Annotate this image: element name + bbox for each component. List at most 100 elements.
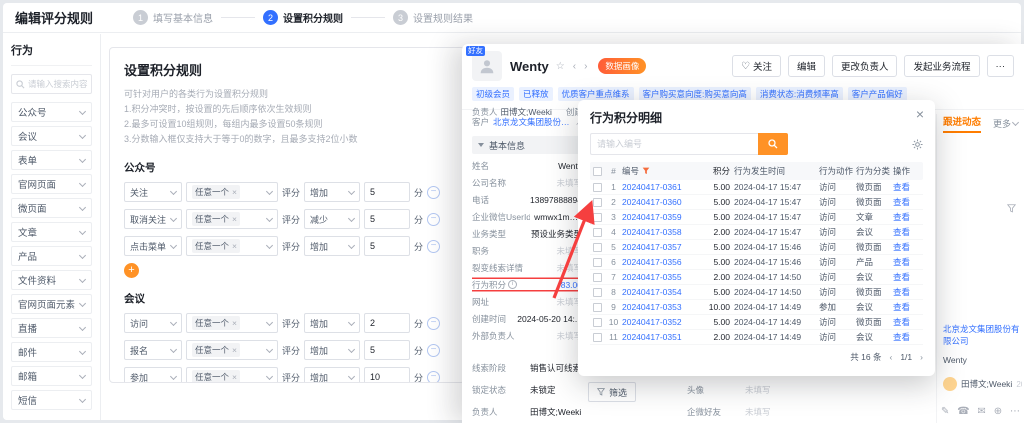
sidebar-search-input[interactable] [28, 79, 90, 89]
target-multiselect[interactable]: 任意一个× [186, 340, 278, 360]
behavior-type-item[interactable]: 产品 [11, 246, 92, 266]
remove-rule-button[interactable]: − [427, 213, 440, 226]
row-view-link[interactable]: 查看 [893, 286, 919, 298]
action-select[interactable]: 取消关注 [124, 209, 182, 229]
call-icon[interactable]: ☎ [957, 406, 969, 417]
row-checkbox[interactable] [593, 228, 602, 237]
row-checkbox[interactable] [593, 258, 602, 267]
row-view-link[interactable]: 查看 [893, 226, 919, 238]
row-checkbox[interactable] [593, 198, 602, 207]
score-value-input[interactable] [364, 209, 410, 229]
step-set-score-rules[interactable]: 2 设置积分规则 [263, 10, 343, 25]
next-page-icon[interactable]: › [920, 352, 923, 362]
behavior-type-item[interactable]: 文章 [11, 222, 92, 242]
data-portrait-tag[interactable]: 数据画像 [598, 58, 646, 74]
start-workflow-button[interactable]: 发起业务流程 [904, 55, 979, 77]
operation-select[interactable]: 增加 [304, 340, 360, 360]
behavior-type-item[interactable]: 公众号 [11, 102, 92, 122]
add-icon[interactable]: ⊕ [994, 406, 1002, 417]
target-multiselect[interactable]: 任意一个× [186, 182, 278, 202]
number-search-input[interactable] [590, 133, 758, 155]
select-all-checkbox[interactable] [593, 167, 602, 176]
behavior-type-item[interactable]: 直播 [11, 318, 92, 338]
feed-company-link[interactable]: 北京龙文集团股份有限公司 [943, 323, 1020, 347]
behavior-type-item[interactable]: 短信 [11, 390, 92, 410]
action-select[interactable]: 报名 [124, 340, 182, 360]
row-number-link[interactable]: 20240417-0354 [622, 287, 700, 297]
score-value-input[interactable] [364, 236, 410, 256]
behavior-type-item[interactable]: 官网页面 [11, 174, 92, 194]
chip-remove-icon[interactable]: × [232, 372, 237, 382]
remove-rule-button[interactable]: − [427, 317, 440, 330]
row-checkbox[interactable] [593, 303, 602, 312]
score-value-input[interactable] [364, 340, 410, 360]
change-owner-button[interactable]: 更改负责人 [832, 55, 898, 77]
row-view-link[interactable]: 查看 [893, 256, 919, 268]
behavior-type-item[interactable]: 文件资料 [11, 270, 92, 290]
chip-remove-icon[interactable]: × [232, 187, 237, 197]
sidebar-search[interactable] [11, 74, 92, 94]
behavior-type-item[interactable]: 邮件 [11, 342, 92, 362]
operation-select[interactable]: 减少 [304, 209, 360, 229]
score-value-input[interactable] [364, 367, 410, 383]
row-number-link[interactable]: 20240417-0361 [622, 182, 700, 192]
row-number-link[interactable]: 20240417-0355 [622, 272, 700, 282]
basic-info-section-header[interactable]: 基本信息 [472, 136, 582, 154]
prev-page-icon[interactable]: ‹ [889, 352, 892, 362]
row-view-link[interactable]: 查看 [893, 301, 919, 313]
operation-select[interactable]: 增加 [304, 313, 360, 333]
row-view-link[interactable]: 查看 [893, 316, 919, 328]
feed-filter-button[interactable]: 筛选 [588, 382, 636, 402]
email-icon[interactable]: ✉ [978, 406, 986, 417]
remove-rule-button[interactable]: − [427, 240, 440, 253]
follow-button[interactable]: ♡关注 [732, 55, 781, 77]
row-number-link[interactable]: 20240417-0352 [622, 317, 700, 327]
next-record-icon[interactable]: › [583, 61, 588, 72]
score-value-input[interactable] [364, 313, 410, 333]
row-checkbox[interactable] [593, 243, 602, 252]
operation-select[interactable]: 增加 [304, 236, 360, 256]
behavior-type-item[interactable]: 官网页面元素 [11, 294, 92, 314]
column-filter-icon[interactable] [642, 167, 650, 175]
target-multiselect[interactable]: 任意一个× [186, 313, 278, 333]
favorite-star-icon[interactable]: ☆ [555, 61, 566, 72]
row-number-link[interactable]: 20240417-0358 [622, 227, 700, 237]
more-icon[interactable]: ⋯ [1010, 406, 1020, 417]
row-number-link[interactable]: 20240417-0360 [622, 197, 700, 207]
table-settings-button[interactable] [912, 139, 923, 150]
action-select[interactable]: 关注 [124, 182, 182, 202]
operation-select[interactable]: 增加 [304, 182, 360, 202]
more-actions-button[interactable]: ··· [987, 55, 1015, 77]
target-multiselect[interactable]: 任意一个× [186, 209, 278, 229]
row-checkbox[interactable] [593, 318, 602, 327]
action-select[interactable]: 点击菜单 [124, 236, 182, 256]
row-checkbox[interactable] [593, 183, 602, 192]
action-select[interactable]: 访问 [124, 313, 182, 333]
row-view-link[interactable]: 查看 [893, 331, 919, 343]
search-button[interactable] [758, 133, 788, 155]
target-multiselect[interactable]: 任意一个× [186, 367, 278, 383]
write-followup-icon[interactable]: ✎ [941, 406, 949, 417]
action-select[interactable]: 参加 [124, 367, 182, 383]
row-checkbox[interactable] [593, 288, 602, 297]
tab-follow-activity[interactable]: 跟进动态 [943, 114, 981, 133]
feed-funnel-button[interactable] [1007, 200, 1016, 218]
row-view-link[interactable]: 查看 [893, 241, 919, 253]
customer-company-link[interactable]: 北京龙文集团股份有限公司 [493, 116, 571, 128]
row-number-link[interactable]: 20240417-0359 [622, 212, 700, 222]
chip-remove-icon[interactable]: × [232, 214, 237, 224]
row-number-link[interactable]: 20240417-0356 [622, 257, 700, 267]
add-rule-button[interactable]: + [124, 263, 139, 278]
behavior-type-item[interactable]: 会议 [11, 126, 92, 146]
remove-rule-button[interactable]: − [427, 371, 440, 384]
target-multiselect[interactable]: 任意一个× [186, 236, 278, 256]
step-rule-result[interactable]: 3 设置规则结果 [393, 10, 473, 25]
row-view-link[interactable]: 查看 [893, 211, 919, 223]
row-number-link[interactable]: 20240417-0351 [622, 332, 700, 342]
chip-remove-icon[interactable]: × [232, 345, 237, 355]
row-checkbox[interactable] [593, 333, 602, 342]
operation-select[interactable]: 增加 [304, 367, 360, 383]
row-view-link[interactable]: 查看 [893, 181, 919, 193]
edit-button[interactable]: 编辑 [788, 55, 825, 77]
chip-remove-icon[interactable]: × [232, 318, 237, 328]
